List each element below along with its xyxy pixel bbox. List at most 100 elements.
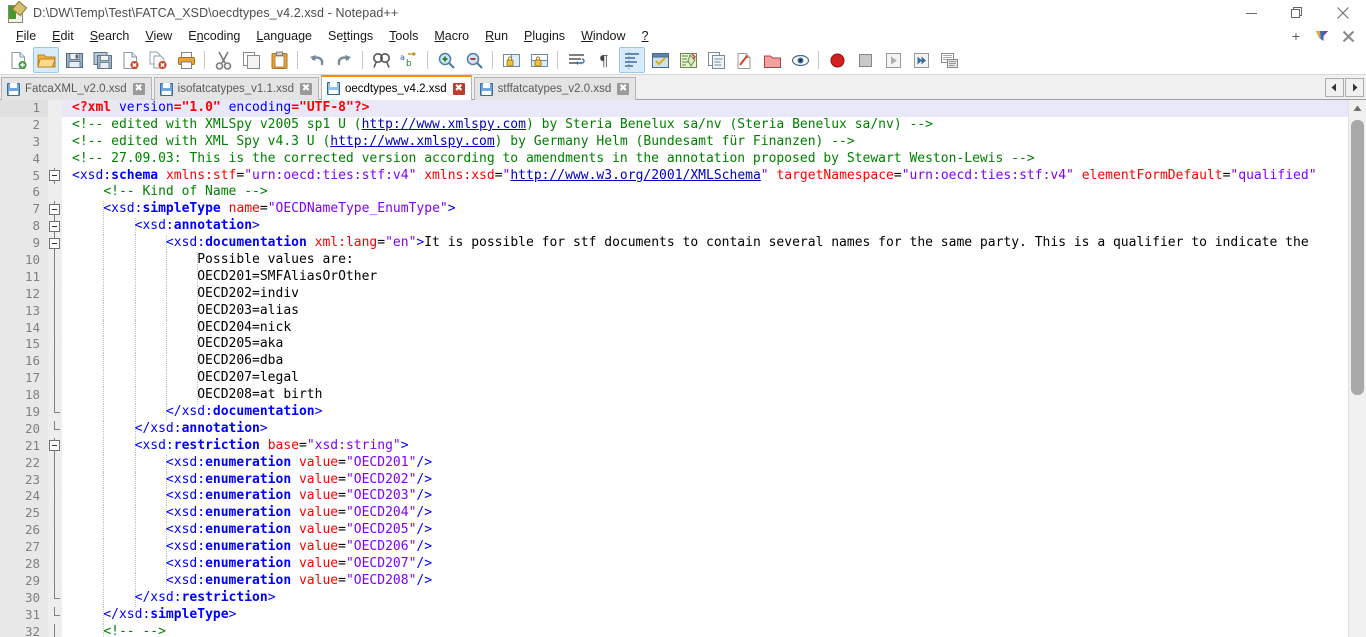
- code-line[interactable]: 16 OECD206=dba: [0, 353, 1348, 371]
- fold-margin[interactable]: [48, 505, 62, 523]
- new-file-icon[interactable]: [5, 47, 31, 73]
- sync-vertical-scroll-icon[interactable]: [498, 47, 524, 73]
- fold-margin[interactable]: [48, 252, 62, 269]
- save-macro-icon[interactable]: [936, 47, 962, 73]
- record-macro-icon[interactable]: [824, 47, 850, 73]
- fold-collapse-icon[interactable]: [49, 170, 60, 182]
- menu-file[interactable]: File: [8, 26, 44, 46]
- minimize-icon[interactable]: [1228, 0, 1274, 26]
- fold-margin[interactable]: [48, 167, 62, 185]
- fold-margin[interactable]: [48, 336, 62, 354]
- fold-margin[interactable]: [48, 116, 62, 134]
- code-line-content[interactable]: <!-- Kind of Name -->: [62, 184, 1348, 201]
- save-icon[interactable]: [61, 47, 87, 73]
- code-line-content[interactable]: <xsd:documentation xml:lang="en">It is p…: [62, 235, 1348, 253]
- code-line-content[interactable]: <xsd:annotation>: [62, 218, 1348, 236]
- code-line-content[interactable]: <xsd:simpleType name="OECDNameType_EnumT…: [62, 201, 1348, 219]
- menu-encoding[interactable]: Encoding: [180, 26, 248, 46]
- code-line[interactable]: 22 <xsd:enumeration value="OECD201"/>: [0, 454, 1348, 472]
- replace-icon[interactable]: ab: [396, 47, 422, 73]
- monitoring-icon[interactable]: [759, 47, 785, 73]
- fold-margin[interactable]: [48, 539, 62, 557]
- code-line-content[interactable]: OECD201=SMFAliasOrOther: [62, 268, 1348, 286]
- play-macro-icon[interactable]: [880, 47, 906, 73]
- fold-margin[interactable]: [48, 353, 62, 371]
- close-document-button[interactable]: [1336, 26, 1360, 46]
- tab-close-icon[interactable]: ✖: [132, 83, 145, 95]
- close-file-icon[interactable]: [117, 47, 143, 73]
- code-line[interactable]: 5 <xsd:schema xmlns:stf="urn:oecd:ties:st…: [0, 167, 1348, 185]
- fold-margin[interactable]: [48, 218, 62, 236]
- fold-collapse-icon[interactable]: [49, 203, 60, 215]
- fold-margin[interactable]: [48, 572, 62, 590]
- menu-tools[interactable]: Tools: [381, 26, 426, 46]
- restore-icon[interactable]: [1274, 0, 1320, 26]
- code-line-content[interactable]: </xsd:annotation>: [62, 420, 1348, 438]
- code-line-content[interactable]: </xsd:documentation>: [62, 404, 1348, 421]
- code-line[interactable]: 7 <xsd:simpleType name="OECDNameType_Enu…: [0, 201, 1348, 219]
- code-line[interactable]: 1 <?xml version="1.0" encoding="UTF-8"?>: [0, 100, 1348, 117]
- code-line[interactable]: 26 <xsd:enumeration value="OECD205"/>: [0, 522, 1348, 540]
- fold-margin[interactable]: [48, 556, 62, 573]
- code-line-content[interactable]: OECD206=dba: [62, 353, 1348, 371]
- code-line-content[interactable]: <xsd:enumeration value="OECD203"/>: [62, 488, 1348, 506]
- stop-macro-icon[interactable]: [852, 47, 878, 73]
- code-line[interactable]: 9 <xsd:documentation xml:lang="en">It is…: [0, 235, 1348, 253]
- filter-funnel-button[interactable]: [1310, 26, 1334, 46]
- run-macro-multiple-icon[interactable]: [908, 47, 934, 73]
- code-line-content[interactable]: <xsd:enumeration value="OECD204"/>: [62, 505, 1348, 523]
- code-line[interactable]: 23 <xsd:enumeration value="OECD202"/>: [0, 471, 1348, 489]
- document-map-icon[interactable]: [675, 47, 701, 73]
- menu-plugins[interactable]: Plugins: [516, 26, 573, 46]
- folder-as-workspace-icon[interactable]: [731, 47, 757, 73]
- fold-margin[interactable]: [48, 302, 62, 320]
- tab-oecdtypes[interactable]: oecdtypes_v4.2.xsd ✖: [320, 75, 472, 100]
- url-link[interactable]: http://www.w3.org/2001/XMLSchema: [510, 168, 760, 183]
- code-line-content[interactable]: <!-- edited with XMLSpy v2005 sp1 U (htt…: [62, 117, 1348, 134]
- fold-margin[interactable]: [48, 522, 62, 540]
- word-wrap-icon[interactable]: [563, 47, 589, 73]
- tab-isofatcatypes[interactable]: isofatcatypes_v1.1.xsd ✖: [153, 77, 319, 100]
- fold-margin[interactable]: [48, 235, 62, 253]
- code-text-area[interactable]: 1 <?xml version="1.0" encoding="UTF-8"?> 2…: [0, 100, 1348, 637]
- undo-icon[interactable]: [303, 47, 329, 73]
- code-line-content[interactable]: <!-- -->: [62, 623, 1348, 637]
- fold-margin[interactable]: [48, 150, 62, 168]
- new-tab-plus-button[interactable]: +: [1284, 26, 1308, 46]
- fold-margin[interactable]: [48, 268, 62, 286]
- code-line[interactable]: 31 </xsd:simpleType>: [0, 606, 1348, 624]
- code-line-content[interactable]: <xsd:enumeration value="OECD201"/>: [62, 454, 1348, 472]
- code-line-content[interactable]: OECD208=at birth: [62, 387, 1348, 405]
- function-list-icon[interactable]: [703, 47, 729, 73]
- tab-scroll-right-icon[interactable]: [1345, 77, 1364, 97]
- code-line[interactable]: 12 OECD202=indiv: [0, 285, 1348, 303]
- code-line[interactable]: 15 OECD205=aka: [0, 336, 1348, 354]
- open-file-icon[interactable]: [33, 47, 59, 73]
- menu-window[interactable]: Window: [573, 26, 633, 46]
- print-icon[interactable]: [173, 47, 199, 73]
- copy-icon[interactable]: [238, 47, 264, 73]
- close-icon[interactable]: [1320, 0, 1366, 26]
- code-line-content[interactable]: <xsd:restriction base="xsd:string">: [62, 437, 1348, 455]
- menu-language[interactable]: Language: [248, 26, 320, 46]
- code-line[interactable]: 6 <!-- Kind of Name -->: [0, 184, 1348, 202]
- code-line[interactable]: 2 <!-- edited with XMLSpy v2005 sp1 U (ht…: [0, 116, 1348, 134]
- fold-margin[interactable]: [48, 589, 62, 607]
- code-line-content[interactable]: </xsd:restriction>: [62, 589, 1348, 607]
- fold-margin[interactable]: [48, 454, 62, 472]
- indent-guide-icon[interactable]: [619, 47, 645, 73]
- fold-collapse-icon[interactable]: [49, 440, 60, 452]
- code-line-content[interactable]: <!-- edited with XML Spy v4.3 U (http://…: [62, 134, 1348, 151]
- code-line-content[interactable]: <xsd:enumeration value="OECD208"/>: [62, 572, 1348, 590]
- code-line-content[interactable]: OECD205=aka: [62, 336, 1348, 354]
- close-all-files-icon[interactable]: [145, 47, 171, 73]
- scrollbar-thumb[interactable]: [1351, 120, 1364, 395]
- menu-search[interactable]: Search: [82, 26, 138, 46]
- fold-margin[interactable]: [48, 437, 62, 455]
- code-line[interactable]: 21 <xsd:restriction base="xsd:string">: [0, 437, 1348, 455]
- cut-icon[interactable]: [210, 47, 236, 73]
- url-link[interactable]: http://www.xmlspy.com: [362, 117, 526, 132]
- code-line[interactable]: 32 <!-- -->: [0, 623, 1348, 637]
- code-line[interactable]: 27 <xsd:enumeration value="OECD206"/>: [0, 539, 1348, 557]
- vertical-scrollbar[interactable]: [1348, 100, 1366, 637]
